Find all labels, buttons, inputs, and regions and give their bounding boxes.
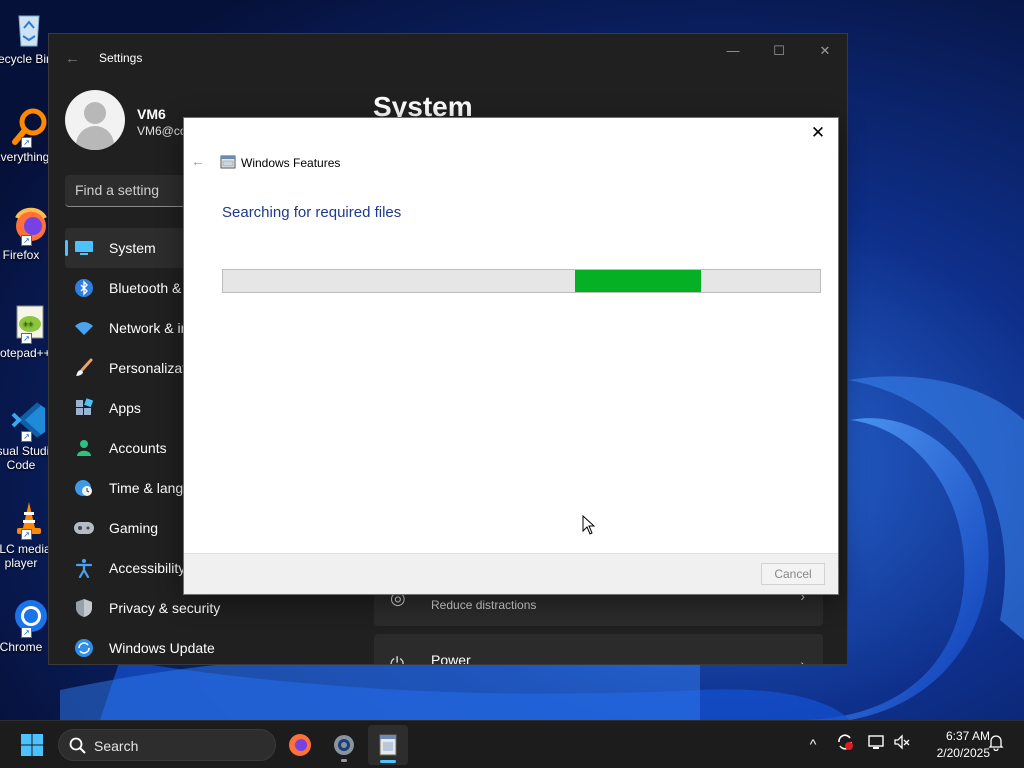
close-button[interactable]: ✕ bbox=[810, 42, 840, 62]
running-indicator bbox=[341, 759, 347, 762]
globe-clock-icon bbox=[73, 477, 95, 499]
vscode-icon: ↗ bbox=[9, 400, 49, 442]
settings-gear-icon bbox=[334, 735, 354, 755]
bluetooth-icon bbox=[73, 277, 95, 299]
sync-alert-icon[interactable] bbox=[835, 733, 855, 755]
maximize-button[interactable]: ☐ bbox=[764, 42, 794, 62]
everything-search-icon: ↗ bbox=[9, 106, 49, 148]
update-icon bbox=[73, 637, 95, 659]
card-subtitle: Reduce distractions bbox=[431, 598, 537, 612]
search-icon bbox=[69, 737, 86, 754]
accounts-icon bbox=[73, 437, 95, 459]
user-email: VM6@co bbox=[137, 124, 187, 138]
card-title: Power bbox=[431, 652, 471, 665]
dialog-footer: Cancel bbox=[184, 553, 838, 594]
chevron-right-icon: › bbox=[800, 656, 805, 665]
power-icon: ⏻ bbox=[390, 654, 405, 665]
taskbar: Search ^ 6:37 AM 2/20/2025 bbox=[0, 720, 1024, 768]
nav-item-label: Windows Update bbox=[109, 640, 215, 656]
minimize-button[interactable]: — bbox=[718, 42, 748, 62]
system-clock[interactable]: 6:37 AM 2/20/2025 bbox=[918, 728, 990, 762]
chrome-icon: ↗ bbox=[9, 596, 49, 638]
nav-item-label: System bbox=[109, 240, 156, 256]
active-indicator bbox=[380, 760, 396, 763]
taskbar-search[interactable]: Search bbox=[58, 729, 276, 761]
clock-time: 6:37 AM bbox=[945, 729, 990, 743]
dialog-close-button[interactable]: ✕ bbox=[806, 122, 830, 146]
recycle-bin-icon bbox=[9, 8, 49, 48]
windows-features-dialog[interactable]: ✕ ← Windows Features Searching for requi… bbox=[183, 117, 839, 595]
user-name: VM6 bbox=[137, 106, 166, 122]
cancel-button[interactable]: Cancel bbox=[761, 563, 825, 585]
back-arrow-icon[interactable]: ← bbox=[65, 50, 80, 67]
shortcut-arrow-icon: ↗ bbox=[21, 333, 32, 344]
taskbar-app-settings[interactable] bbox=[324, 725, 364, 765]
start-button[interactable] bbox=[12, 725, 52, 765]
notification-bell-icon[interactable] bbox=[986, 733, 1006, 755]
nav-item-label: Accounts bbox=[109, 440, 167, 456]
wifi-icon bbox=[73, 317, 95, 339]
progress-bar-fill bbox=[575, 270, 701, 292]
avatar bbox=[65, 90, 125, 150]
windows-features-icon bbox=[220, 154, 236, 170]
brush-icon bbox=[73, 357, 95, 379]
chevron-up-icon[interactable]: ^ bbox=[803, 733, 823, 755]
svg-text:++: ++ bbox=[23, 319, 34, 329]
vlc-cone-icon: ↗ bbox=[9, 498, 49, 540]
apps-icon bbox=[73, 397, 95, 419]
firefox-icon: ↗ bbox=[9, 204, 49, 246]
accessibility-icon bbox=[73, 557, 95, 579]
speaker-muted-icon[interactable] bbox=[892, 733, 912, 755]
gamepad-icon bbox=[73, 517, 95, 539]
shortcut-arrow-icon: ↗ bbox=[21, 431, 32, 442]
taskbar-app-windows-features[interactable] bbox=[368, 725, 408, 765]
firefox-icon bbox=[289, 734, 311, 756]
shortcut-arrow-icon: ↗ bbox=[21, 235, 32, 246]
clock-date: 2/20/2025 bbox=[936, 746, 990, 760]
taskbar-search-label: Search bbox=[94, 738, 139, 754]
dialog-heading: Searching for required files bbox=[222, 204, 402, 221]
settings-titlebar[interactable]: ← Settings — ☐ ✕ bbox=[49, 34, 847, 82]
settings-card-power[interactable]: ⏻ Power › bbox=[374, 634, 823, 665]
network-monitor-icon[interactable] bbox=[866, 733, 886, 755]
monitor-icon bbox=[73, 237, 95, 259]
shield-icon bbox=[73, 597, 95, 619]
shortcut-arrow-icon: ↗ bbox=[21, 529, 32, 540]
shortcut-arrow-icon: ↗ bbox=[21, 137, 32, 148]
nav-item-label: Apps bbox=[109, 400, 141, 416]
windows-features-icon bbox=[379, 734, 397, 756]
nav-item-windows-update[interactable]: Windows Update bbox=[65, 628, 365, 664]
dialog-title: Windows Features bbox=[241, 156, 341, 170]
dialog-back-arrow-icon: ← bbox=[191, 153, 205, 169]
settings-app-title: Settings bbox=[99, 51, 143, 65]
taskbar-app-firefox[interactable] bbox=[280, 725, 320, 765]
nav-item-label: Gaming bbox=[109, 520, 159, 536]
mouse-cursor-icon bbox=[582, 515, 596, 535]
nav-item-label: Accessibility bbox=[109, 560, 186, 576]
progress-bar bbox=[222, 269, 821, 293]
notepad-plus-plus-icon: ++ ↗ bbox=[9, 302, 49, 344]
nav-item-label: Privacy & security bbox=[109, 600, 221, 616]
windows-logo-icon bbox=[21, 734, 43, 756]
shortcut-arrow-icon: ↗ bbox=[21, 627, 32, 638]
